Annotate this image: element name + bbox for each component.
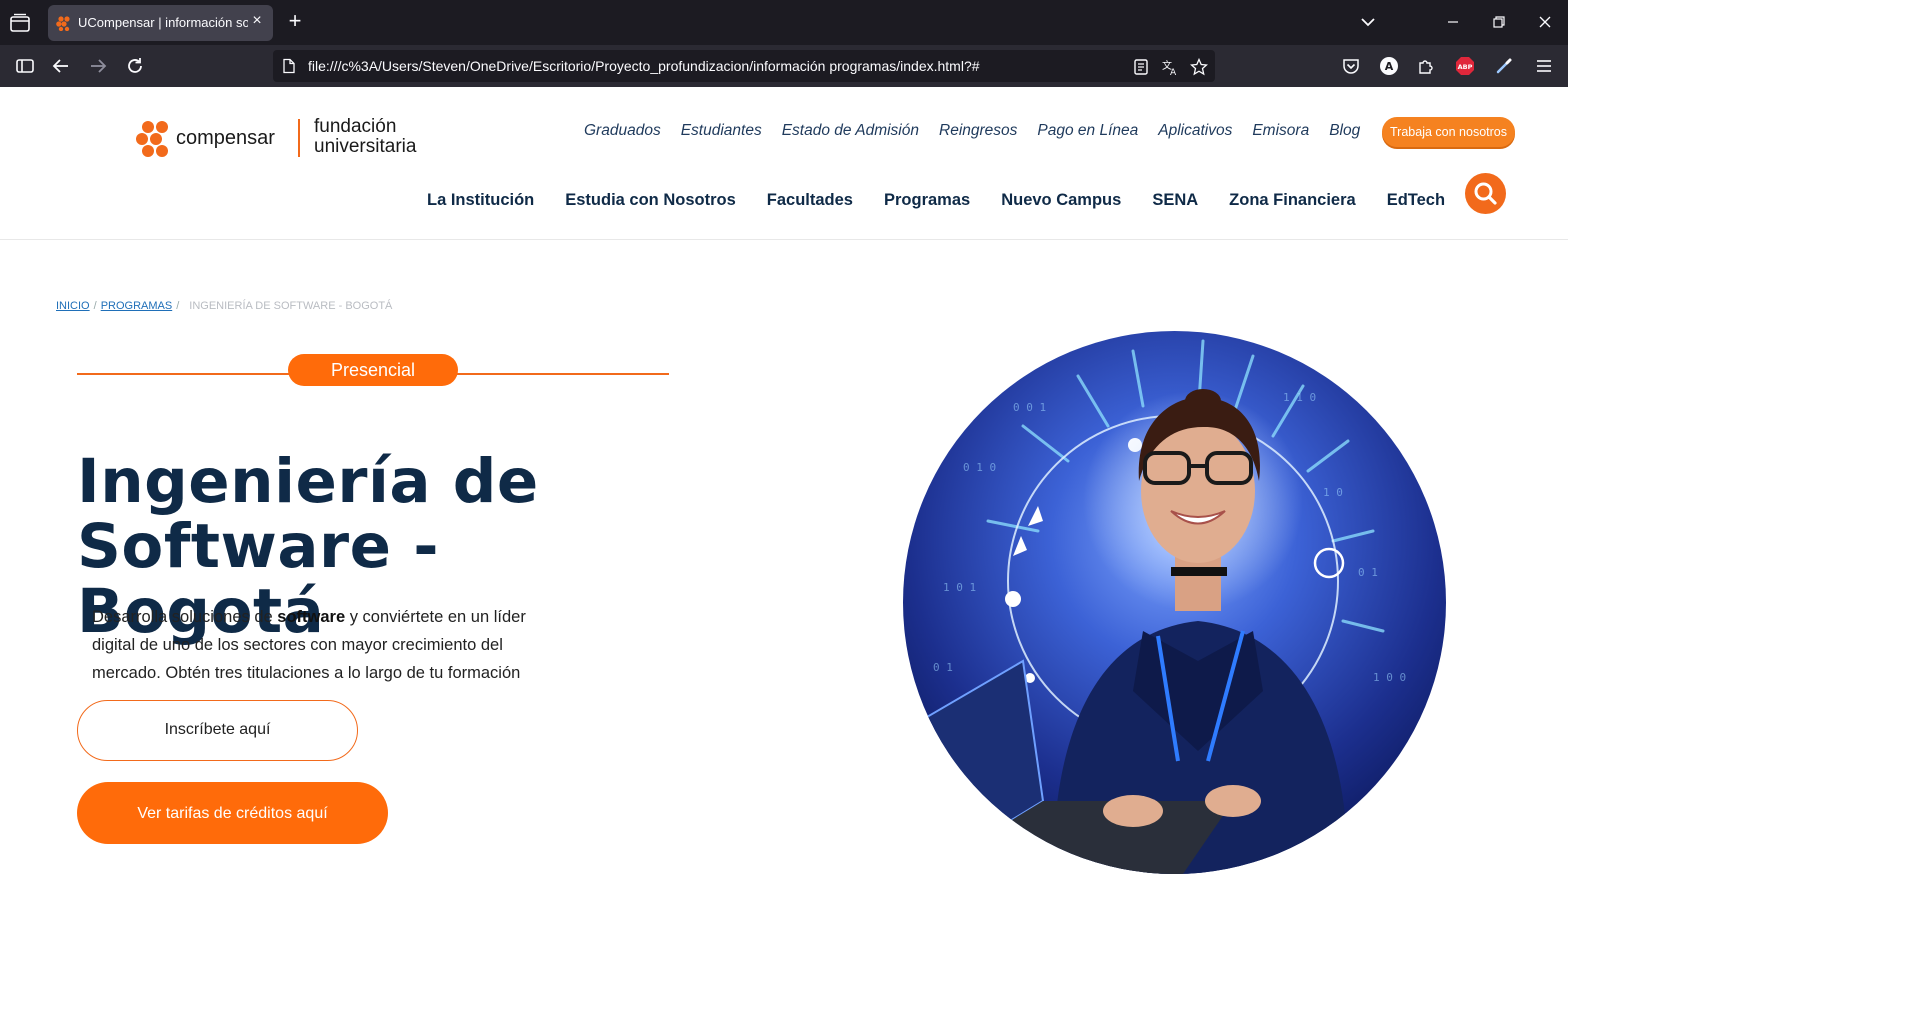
svg-text:0 0 1: 0 0 1 [1013, 401, 1046, 414]
minimize-icon[interactable] [1443, 12, 1463, 32]
svg-text:1 0 0: 1 0 0 [1373, 671, 1406, 684]
program-desc-bold: software [277, 608, 346, 626]
svg-text:1 0: 1 0 [1323, 486, 1343, 499]
file-page-icon [283, 58, 295, 74]
nav-item-sena[interactable]: SENA [1152, 191, 1198, 210]
work-with-us-button[interactable]: Trabaja con nosotros [1382, 117, 1515, 147]
browser-nav-bar: file:///c%3A/Users/Steven/OneDrive/Escri… [0, 45, 1568, 87]
adblock-plus-icon[interactable]: ABP [1455, 56, 1475, 76]
browser-tab-active[interactable]: UCompensar | información sobr × [48, 5, 273, 41]
adblock-plus-label: ABP [1458, 63, 1473, 71]
hero-student-illustration: 0 1 0 1 0 1 0 1 0 1 0 0 1 1 1 0 0 1 1 0 0 [903, 331, 1446, 874]
logo-subtitle-line2: universitaria [314, 136, 417, 157]
pocket-icon[interactable] [1341, 56, 1361, 76]
main-nav: La Institución Estudia con Nosotros Facu… [427, 191, 1445, 210]
logo-subtitle: fundación universitaria [314, 117, 416, 157]
back-arrow-icon[interactable] [50, 55, 72, 77]
mode-badge: Presencial [288, 354, 458, 386]
nav-item-programas[interactable]: Programas [884, 191, 970, 210]
forward-arrow-icon[interactable] [87, 55, 109, 77]
top-links-nav: Graduados Estudiantes Estado de Admisión… [584, 122, 1360, 142]
translate-icon[interactable]: 文 A [1161, 58, 1179, 76]
breadcrumb-separator: / [93, 300, 97, 312]
search-icon [1474, 182, 1497, 205]
reader-view-icon[interactable] [1132, 58, 1150, 76]
svg-text:1 0 1: 1 0 1 [943, 581, 976, 594]
extensions-puzzle-icon[interactable] [1416, 56, 1436, 76]
url-text[interactable]: file:///c%3A/Users/Steven/OneDrive/Escri… [308, 58, 980, 74]
svg-text:0 1: 0 1 [933, 661, 953, 674]
nav-item-institucion[interactable]: La Institución [427, 191, 534, 210]
address-bar[interactable]: file:///c%3A/Users/Steven/OneDrive/Escri… [273, 50, 1215, 82]
color-picker-extension-icon[interactable] [1494, 56, 1514, 76]
svg-text:0 1 0: 0 1 0 [963, 461, 996, 474]
top-link-estudiantes[interactable]: Estudiantes [681, 122, 762, 142]
account-icon[interactable]: A [1379, 56, 1399, 76]
top-link-blog[interactable]: Blog [1329, 122, 1360, 142]
nav-item-facultades[interactable]: Facultades [767, 191, 853, 210]
search-button[interactable] [1465, 173, 1506, 214]
svg-text:A: A [1170, 68, 1177, 76]
credit-tariffs-button[interactable]: Ver tarifas de créditos aquí [77, 782, 388, 844]
svg-text:1 1 0: 1 1 0 [1283, 391, 1316, 404]
program-title-line1: Ingeniería de [77, 446, 539, 517]
top-link-estado-admision[interactable]: Estado de Admisión [782, 122, 919, 142]
list-all-tabs-chevron-icon[interactable] [1358, 12, 1378, 32]
logo-divider [298, 119, 300, 157]
new-tab-icon[interactable]: + [284, 10, 306, 33]
svg-text:0 1: 0 1 [1358, 566, 1378, 579]
nav-item-nuevo-campus[interactable]: Nuevo Campus [1001, 191, 1121, 210]
hero-image: 0 1 0 1 0 1 0 1 0 1 0 0 1 1 1 0 0 1 1 0 0 [903, 331, 1446, 874]
breadcrumb-separator: / [176, 300, 180, 312]
tab-close-icon[interactable]: × [249, 13, 265, 29]
nav-item-zona-financiera[interactable]: Zona Financiera [1229, 191, 1356, 210]
enroll-button[interactable]: Inscríbete aquí [77, 700, 358, 761]
account-icon-label: A [1385, 60, 1394, 73]
breadcrumb-home[interactable]: INICIO [56, 300, 90, 312]
bookmark-star-icon[interactable] [1190, 58, 1208, 76]
logo-subtitle-line1: fundación [314, 116, 397, 137]
top-link-reingresos[interactable]: Reingresos [939, 122, 1017, 142]
restore-icon[interactable] [1489, 12, 1509, 32]
breadcrumb-current: INGENIERÍA DE SOFTWARE - BOGOTÁ [189, 300, 393, 312]
breadcrumb: INICIO / PROGRAMAS / INGENIERÍA DE SOFTW… [56, 300, 392, 312]
sidebar-toggle-icon[interactable] [14, 55, 36, 77]
top-link-emisora[interactable]: Emisora [1252, 122, 1309, 142]
close-window-icon[interactable] [1535, 12, 1555, 32]
program-desc-start: Desarrolla soluciones de [92, 608, 278, 626]
site-logo[interactable]: compensar fundación universitaria [135, 117, 435, 161]
site-header: compensar fundación universitaria Gradua… [0, 87, 1568, 240]
program-description: Desarrolla soluciones de software y conv… [92, 603, 542, 687]
hamburger-menu-icon[interactable] [1534, 56, 1554, 76]
compensar-logo-icon [136, 121, 168, 157]
breadcrumb-programs[interactable]: PROGRAMAS [101, 300, 173, 312]
logo-brand-text: compensar [176, 127, 275, 149]
top-link-aplicativos[interactable]: Aplicativos [1158, 122, 1232, 142]
top-link-pago-en-linea[interactable]: Pago en Línea [1037, 122, 1138, 142]
nav-item-estudia-con-nosotros[interactable]: Estudia con Nosotros [565, 191, 736, 210]
browser-tab-bar: UCompensar | información sobr × + [0, 0, 1568, 45]
reload-icon[interactable] [124, 55, 146, 77]
compensar-favicon-icon [56, 16, 70, 31]
tab-title: UCompensar | información sobr [78, 15, 248, 30]
nav-item-edtech[interactable]: EdTech [1387, 191, 1445, 210]
top-link-graduados[interactable]: Graduados [584, 122, 661, 142]
tab-list-icon[interactable] [8, 12, 32, 34]
